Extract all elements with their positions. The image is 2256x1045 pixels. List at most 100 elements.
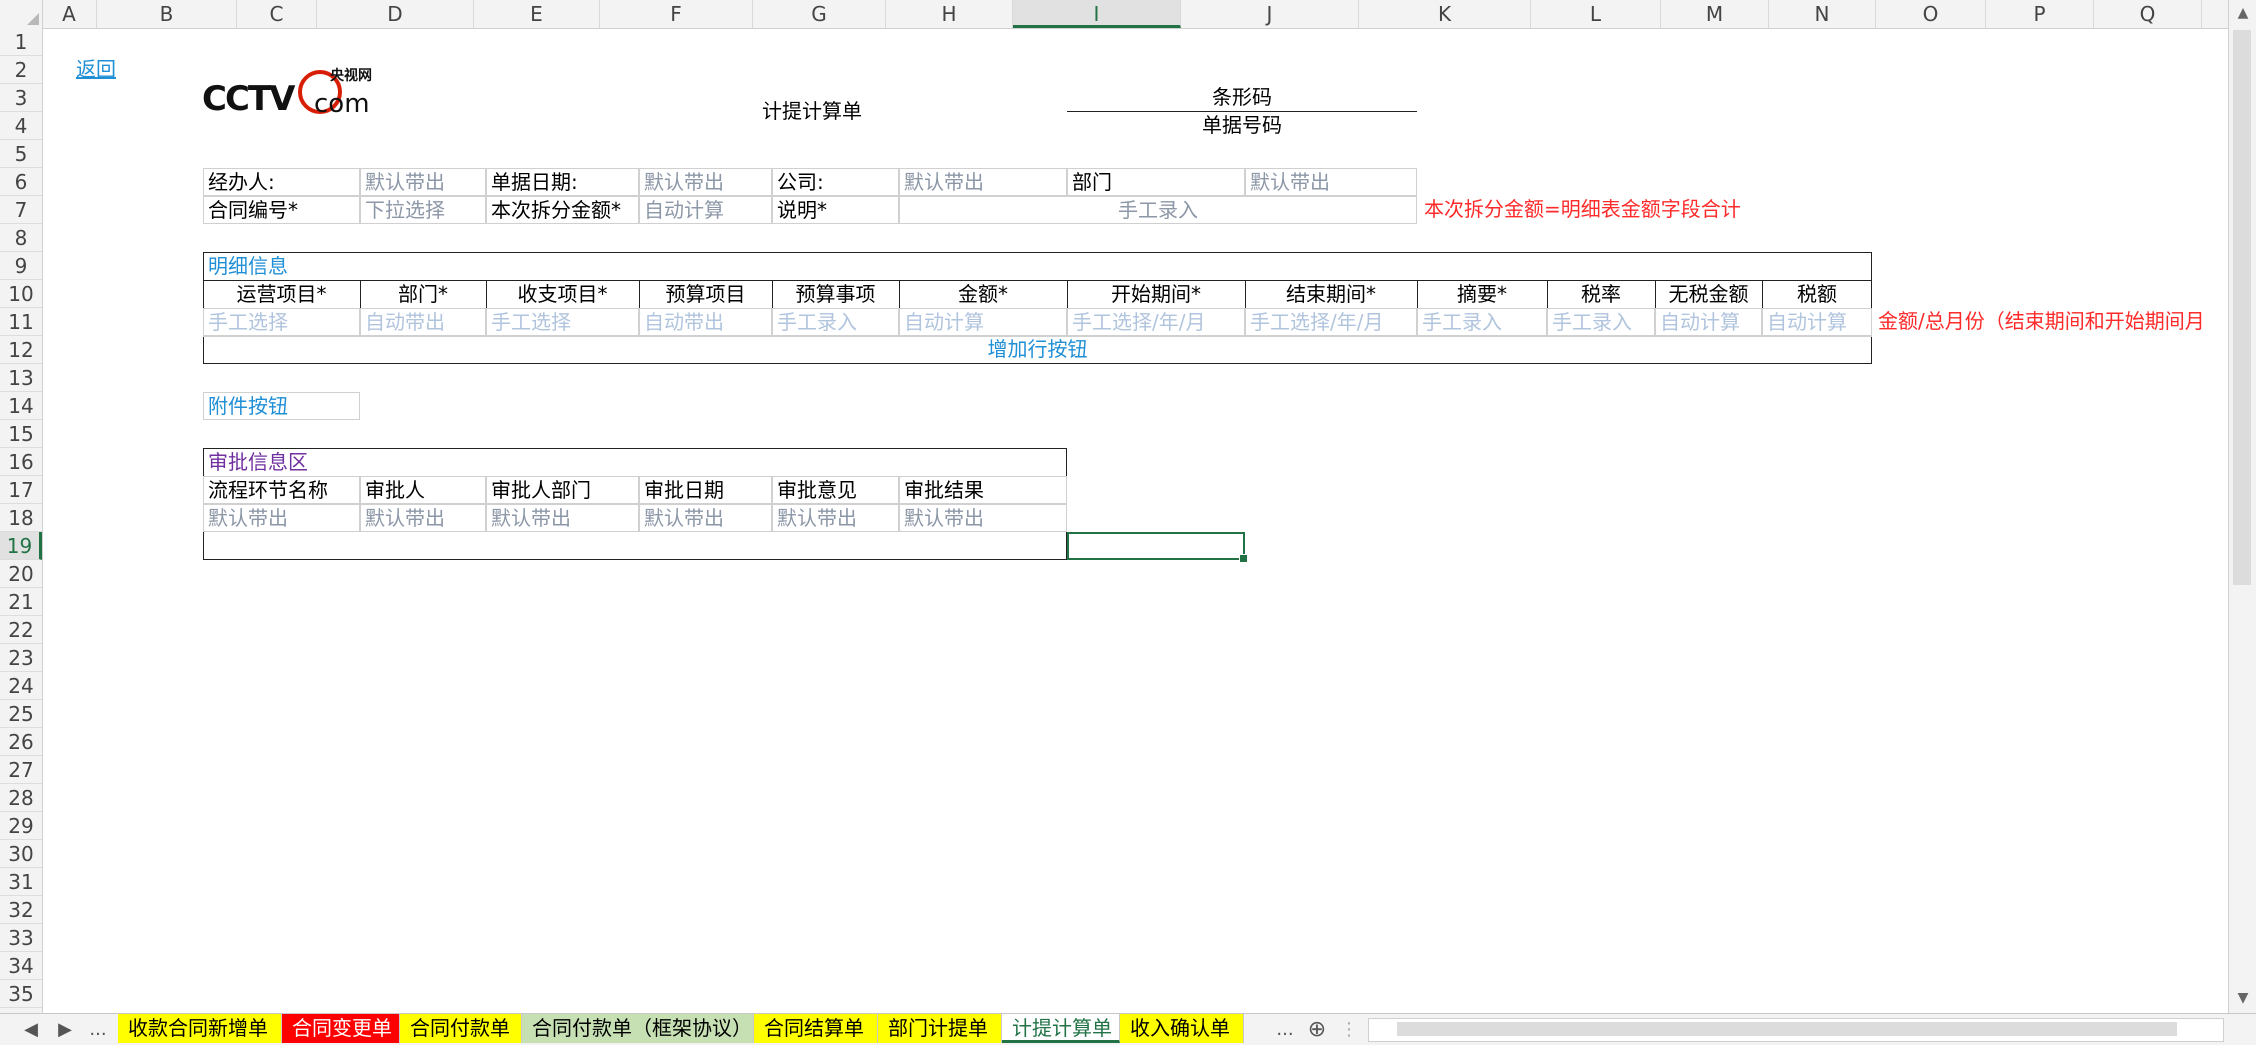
row-header-17[interactable]: 17 <box>0 476 42 504</box>
approval-opinion-value[interactable]: 默认带出 <box>772 504 899 532</box>
detail-start-period-input[interactable]: 手工选择/年/月 <box>1067 308 1245 336</box>
column-header-f[interactable]: F <box>600 0 753 28</box>
handler-value[interactable]: 默认带出 <box>360 168 486 196</box>
row-header-1[interactable]: 1 <box>0 28 42 56</box>
scroll-up-icon[interactable]: ▲ <box>2229 0 2256 26</box>
approval-result-value[interactable]: 默认带出 <box>899 504 1067 532</box>
add-sheet-icon[interactable]: ⊕ <box>1302 1014 1332 1045</box>
horizontal-scrollbar[interactable] <box>1368 1018 2224 1042</box>
column-header-p[interactable]: P <box>1986 0 2094 28</box>
tab-overflow-right[interactable]: ... <box>1270 1014 1300 1045</box>
sheet-tab-5[interactable]: 部门计提单 <box>878 1014 1002 1043</box>
column-header-i[interactable]: I <box>1013 0 1181 28</box>
column-header-b[interactable]: B <box>97 0 237 28</box>
row-header-35[interactable]: 35 <box>0 980 42 1008</box>
column-header-a[interactable]: A <box>42 0 97 28</box>
column-header-c[interactable]: C <box>237 0 317 28</box>
tab-overflow-left[interactable]: ... <box>82 1014 114 1045</box>
horizontal-scroll-thumb[interactable] <box>1397 1022 2177 1036</box>
row-header-26[interactable]: 26 <box>0 728 42 756</box>
row-header-6[interactable]: 6 <box>0 168 42 196</box>
row-header-9[interactable]: 9 <box>0 252 42 280</box>
column-header-l[interactable]: L <box>1531 0 1661 28</box>
tab-scroll-right-icon[interactable]: ▶ <box>52 1014 78 1045</box>
detail-department-value[interactable]: 自动带出 <box>360 308 486 336</box>
row-header-22[interactable]: 22 <box>0 616 42 644</box>
back-link[interactable]: 返回 <box>72 56 162 83</box>
detail-income-item-input[interactable]: 手工选择 <box>486 308 639 336</box>
row-header-16[interactable]: 16 <box>0 448 42 476</box>
detail-tax-amount-value[interactable]: 自动计算 <box>1762 308 1872 336</box>
sheet-tab-6[interactable]: 计提计算单 <box>1002 1014 1120 1043</box>
row-header-23[interactable]: 23 <box>0 644 42 672</box>
row-header-5[interactable]: 5 <box>0 140 42 168</box>
row-header-11[interactable]: 11 <box>0 308 42 336</box>
row-header-34[interactable]: 34 <box>0 952 42 980</box>
column-header-d[interactable]: D <box>317 0 474 28</box>
row-header-4[interactable]: 4 <box>0 112 42 140</box>
row-header-28[interactable]: 28 <box>0 784 42 812</box>
scroll-down-icon[interactable]: ▼ <box>2229 985 2256 1011</box>
row-header-7[interactable]: 7 <box>0 196 42 224</box>
column-header-n[interactable]: N <box>1769 0 1876 28</box>
sheet-tab-1[interactable]: 合同变更单 <box>282 1014 400 1043</box>
column-header-j[interactable]: J <box>1181 0 1359 28</box>
column-header-m[interactable]: M <box>1661 0 1769 28</box>
row-header-33[interactable]: 33 <box>0 924 42 952</box>
select-all-corner[interactable] <box>0 0 43 28</box>
row-header-2[interactable]: 2 <box>0 56 42 84</box>
row-header-30[interactable]: 30 <box>0 840 42 868</box>
doc-date-value[interactable]: 默认带出 <box>639 168 772 196</box>
row-header-14[interactable]: 14 <box>0 392 42 420</box>
column-header-o[interactable]: O <box>1876 0 1986 28</box>
department-value[interactable]: 默认带出 <box>1245 168 1417 196</box>
sheet-tab-7[interactable]: 收入确认单 <box>1120 1014 1244 1043</box>
row-header-27[interactable]: 27 <box>0 756 42 784</box>
approval-date-value[interactable]: 默认带出 <box>639 504 772 532</box>
row-header-13[interactable]: 13 <box>0 364 42 392</box>
attachment-button[interactable]: 附件按钮 <box>203 392 360 420</box>
row-header-18[interactable]: 18 <box>0 504 42 532</box>
detail-amount-value[interactable]: 自动计算 <box>899 308 1067 336</box>
row-header-10[interactable]: 10 <box>0 280 42 308</box>
row-header-21[interactable]: 21 <box>0 588 42 616</box>
worksheet-grid[interactable]: 返回 CCTV com 央视网 计提计算单 条形码 单据号码 经办人: 默认带出… <box>42 28 2228 1013</box>
detail-budget-item-value[interactable]: 自动带出 <box>639 308 772 336</box>
column-header-k[interactable]: K <box>1359 0 1531 28</box>
tab-splitter-icon[interactable]: ⋮ <box>1340 1014 1358 1045</box>
row-header-20[interactable]: 20 <box>0 560 42 588</box>
sheet-tab-3[interactable]: 合同付款单（框架协议） <box>522 1014 754 1043</box>
fill-handle[interactable] <box>1239 554 1248 563</box>
row-header-24[interactable]: 24 <box>0 672 42 700</box>
detail-tax-rate-input[interactable]: 手工录入 <box>1547 308 1655 336</box>
row-header-3[interactable]: 3 <box>0 84 42 112</box>
row-header-31[interactable]: 31 <box>0 868 42 896</box>
approval-dept-value[interactable]: 默认带出 <box>486 504 639 532</box>
approval-approver-value[interactable]: 默认带出 <box>360 504 486 532</box>
detail-end-period-input[interactable]: 手工选择/年/月 <box>1245 308 1417 336</box>
detail-summary-input[interactable]: 手工录入 <box>1417 308 1547 336</box>
column-header-g[interactable]: G <box>753 0 886 28</box>
row-header-19[interactable]: 19 <box>0 532 42 560</box>
vertical-scrollbar[interactable]: ▲ ▼ <box>2228 0 2256 1013</box>
detail-budget-matter-input[interactable]: 手工录入 <box>772 308 899 336</box>
active-cell-selection[interactable] <box>1067 532 1248 563</box>
row-header-29[interactable]: 29 <box>0 812 42 840</box>
row-header-8[interactable]: 8 <box>0 224 42 252</box>
contract-no-select[interactable]: 下拉选择 <box>360 196 486 224</box>
column-header-h[interactable]: H <box>886 0 1013 28</box>
approval-step-value[interactable]: 默认带出 <box>203 504 360 532</box>
detail-ops-item-input[interactable]: 手工选择 <box>203 308 360 336</box>
row-header-12[interactable]: 12 <box>0 336 42 364</box>
tab-scroll-left-icon[interactable]: ◀ <box>18 1014 44 1045</box>
row-header-32[interactable]: 32 <box>0 896 42 924</box>
sheet-tab-2[interactable]: 合同付款单 <box>400 1014 522 1043</box>
row-header-25[interactable]: 25 <box>0 700 42 728</box>
column-header-e[interactable]: E <box>474 0 600 28</box>
sheet-tab-4[interactable]: 合同结算单 <box>754 1014 878 1043</box>
row-header-15[interactable]: 15 <box>0 420 42 448</box>
company-value[interactable]: 默认带出 <box>899 168 1067 196</box>
description-input[interactable]: 手工录入 <box>899 196 1417 224</box>
column-header-q[interactable]: Q <box>2094 0 2202 28</box>
detail-net-amount-value[interactable]: 自动计算 <box>1655 308 1762 336</box>
